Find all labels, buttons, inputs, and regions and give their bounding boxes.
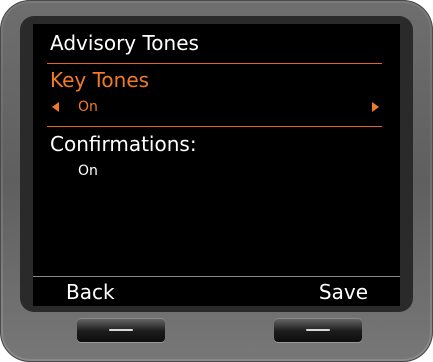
key-tones-value[interactable]: On (78, 97, 98, 117)
dash-icon (306, 329, 330, 331)
selection-divider (47, 126, 382, 127)
softkey-save[interactable]: Save (319, 279, 368, 305)
page-title: Advisory Tones (50, 31, 199, 55)
softkey-divider (33, 276, 400, 277)
right-softkey-button[interactable] (274, 318, 362, 342)
title-divider (47, 63, 382, 64)
softkey-back[interactable]: Back (66, 279, 115, 305)
confirmations-value[interactable]: On (78, 161, 98, 181)
caret-left-icon[interactable] (52, 102, 59, 112)
caret-right-icon[interactable] (372, 102, 379, 112)
dash-icon (109, 329, 133, 331)
menu-item-key-tones[interactable]: Key Tones (50, 67, 149, 93)
left-softkey-button[interactable] (77, 318, 165, 342)
menu-item-confirmations[interactable]: Confirmations: (50, 131, 197, 157)
display-screen: Advisory Tones Key Tones On Confirmation… (33, 24, 400, 306)
